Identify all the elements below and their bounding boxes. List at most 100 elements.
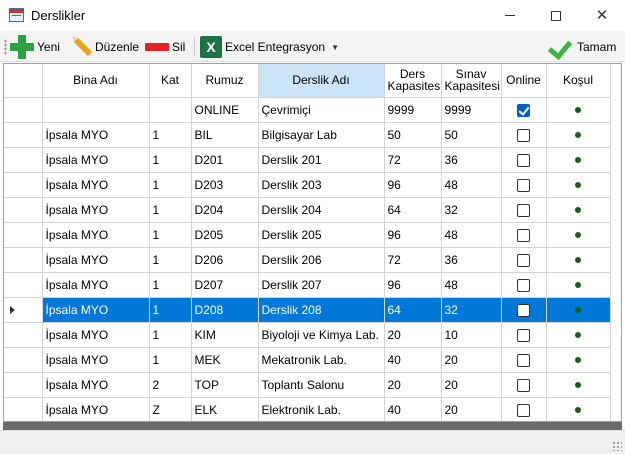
cell-rumuz[interactable]: ELK: [191, 397, 259, 421]
table-row[interactable]: ONLINE Çevrimiçi 9999 9999: [4, 97, 611, 123]
cell-derslik-adi[interactable]: Derslik 206: [258, 247, 385, 273]
cell-derslik-adi[interactable]: Bilgisayar Lab: [258, 122, 385, 148]
row-header[interactable]: [4, 172, 43, 198]
cell-ders-kapasitesi[interactable]: 64: [384, 297, 442, 323]
row-header-corner[interactable]: [4, 64, 43, 98]
table-row[interactable]: İpsala MYO 1 D203 Derslik 203 96 48: [4, 172, 611, 198]
cell-kat[interactable]: 1: [149, 122, 192, 148]
column-header-sinav-kapasitesi[interactable]: Sınav Kapasitesi: [441, 64, 502, 98]
maximize-button[interactable]: [533, 0, 579, 31]
online-checkbox[interactable]: [517, 178, 530, 192]
excel-integration-dropdown[interactable]: X Excel Entegrasyon ▼: [200, 35, 339, 59]
cell-kat[interactable]: 1: [149, 147, 192, 173]
cell-rumuz[interactable]: MEK: [191, 347, 259, 373]
classrooms-grid[interactable]: Bina Adı Kat Rumuz Derslik Adı Ders Kapa…: [3, 63, 622, 422]
table-row[interactable]: İpsala MYO 1 D204 Derslik 204 64 32: [4, 197, 611, 223]
cell-kosul[interactable]: [546, 247, 611, 273]
done-button[interactable]: Tamam: [550, 35, 616, 59]
online-checkbox[interactable]: [517, 353, 530, 367]
cell-rumuz[interactable]: ONLINE: [191, 97, 259, 123]
cell-derslik-adi[interactable]: Derslik 208: [258, 297, 385, 323]
row-header[interactable]: [4, 347, 43, 373]
cell-kosul[interactable]: [546, 122, 611, 148]
edit-button[interactable]: Düzenle: [70, 35, 139, 59]
row-header[interactable]: [4, 122, 43, 148]
row-header[interactable]: [4, 372, 43, 398]
cell-kat[interactable]: 1: [149, 172, 192, 198]
cell-sinav-kapasitesi[interactable]: 9999: [441, 97, 502, 123]
row-header[interactable]: [4, 247, 43, 273]
cell-kat[interactable]: 1: [149, 347, 192, 373]
table-row[interactable]: İpsala MYO 1 KIM Biyoloji ve Kimya Lab. 20 10: [4, 322, 611, 348]
online-checkbox[interactable]: [517, 128, 530, 142]
table-row[interactable]: İpsala MYO 1 D201 Derslik 201 72 36: [4, 147, 611, 173]
cell-ders-kapasitesi[interactable]: 50: [384, 122, 442, 148]
cell-bina-adi[interactable]: İpsala MYO: [42, 222, 150, 248]
cell-kosul[interactable]: [546, 147, 611, 173]
table-row[interactable]: İpsala MYO 1 D207 Derslik 207 96 48: [4, 272, 611, 298]
cell-kosul[interactable]: [546, 272, 611, 298]
column-header-online[interactable]: Online: [501, 64, 547, 98]
cell-ders-kapasitesi[interactable]: 96: [384, 222, 442, 248]
cell-sinav-kapasitesi[interactable]: 48: [441, 222, 502, 248]
cell-derslik-adi[interactable]: Biyoloji ve Kimya Lab.: [258, 322, 385, 348]
online-checkbox[interactable]: [517, 328, 530, 342]
cell-ders-kapasitesi[interactable]: 20: [384, 322, 442, 348]
cell-sinav-kapasitesi[interactable]: 50: [441, 122, 502, 148]
cell-sinav-kapasitesi[interactable]: 20: [441, 347, 502, 373]
cell-bina-adi[interactable]: İpsala MYO: [42, 297, 150, 323]
cell-derslik-adi[interactable]: Toplantı Salonu: [258, 372, 385, 398]
cell-bina-adi[interactable]: İpsala MYO: [42, 172, 150, 198]
table-row[interactable]: İpsala MYO 1 D208 Derslik 208 64 32: [4, 297, 611, 323]
cell-kosul[interactable]: [546, 297, 611, 323]
table-row[interactable]: İpsala MYO 1 D206 Derslik 206 72 36: [4, 247, 611, 273]
delete-button[interactable]: Sil: [145, 35, 185, 59]
cell-ders-kapasitesi[interactable]: 40: [384, 347, 442, 373]
cell-derslik-adi[interactable]: Elektronik Lab.: [258, 397, 385, 421]
cell-kosul[interactable]: [546, 322, 611, 348]
cell-kosul[interactable]: [546, 222, 611, 248]
cell-sinav-kapasitesi[interactable]: 32: [441, 297, 502, 323]
cell-rumuz[interactable]: BIL: [191, 122, 259, 148]
cell-derslik-adi[interactable]: Derslik 204: [258, 197, 385, 223]
cell-sinav-kapasitesi[interactable]: 20: [441, 372, 502, 398]
row-header[interactable]: [4, 397, 43, 421]
online-checkbox[interactable]: [517, 303, 530, 317]
row-header[interactable]: [4, 297, 43, 323]
cell-kat[interactable]: 1: [149, 247, 192, 273]
online-checkbox[interactable]: [517, 253, 530, 267]
title-bar[interactable]: Derslikler ✕: [0, 0, 625, 31]
cell-bina-adi[interactable]: İpsala MYO: [42, 397, 150, 421]
column-header-bina-adi[interactable]: Bina Adı: [42, 64, 150, 98]
cell-bina-adi[interactable]: İpsala MYO: [42, 347, 150, 373]
cell-kosul[interactable]: [546, 97, 611, 123]
table-row[interactable]: İpsala MYO 2 TOP Toplantı Salonu 20 20: [4, 372, 611, 398]
online-checkbox[interactable]: [517, 103, 530, 117]
cell-derslik-adi[interactable]: Derslik 207: [258, 272, 385, 298]
table-row[interactable]: İpsala MYO Z ELK Elektronik Lab. 40 20: [4, 397, 611, 421]
resize-grip-icon[interactable]: [612, 441, 622, 451]
row-header[interactable]: [4, 272, 43, 298]
cell-kat[interactable]: 1: [149, 272, 192, 298]
cell-derslik-adi[interactable]: Derslik 205: [258, 222, 385, 248]
cell-derslik-adi[interactable]: Çevrimiçi: [258, 97, 385, 123]
cell-kosul[interactable]: [546, 397, 611, 421]
cell-rumuz[interactable]: D201: [191, 147, 259, 173]
cell-kat[interactable]: [149, 97, 192, 123]
cell-rumuz[interactable]: D204: [191, 197, 259, 223]
cell-sinav-kapasitesi[interactable]: 36: [441, 247, 502, 273]
table-row[interactable]: İpsala MYO 1 BIL Bilgisayar Lab 50 50: [4, 122, 611, 148]
cell-kosul[interactable]: [546, 347, 611, 373]
cell-rumuz[interactable]: D206: [191, 247, 259, 273]
cell-kosul[interactable]: [546, 197, 611, 223]
cell-kosul[interactable]: [546, 372, 611, 398]
column-header-derslik-adi[interactable]: Derslik Adı: [258, 64, 385, 98]
cell-kat[interactable]: 1: [149, 222, 192, 248]
cell-rumuz[interactable]: D207: [191, 272, 259, 298]
table-row[interactable]: İpsala MYO 1 D205 Derslik 205 96 48: [4, 222, 611, 248]
row-header[interactable]: [4, 222, 43, 248]
cell-bina-adi[interactable]: İpsala MYO: [42, 147, 150, 173]
cell-bina-adi[interactable]: [42, 97, 150, 123]
cell-bina-adi[interactable]: İpsala MYO: [42, 197, 150, 223]
cell-rumuz[interactable]: KIM: [191, 322, 259, 348]
